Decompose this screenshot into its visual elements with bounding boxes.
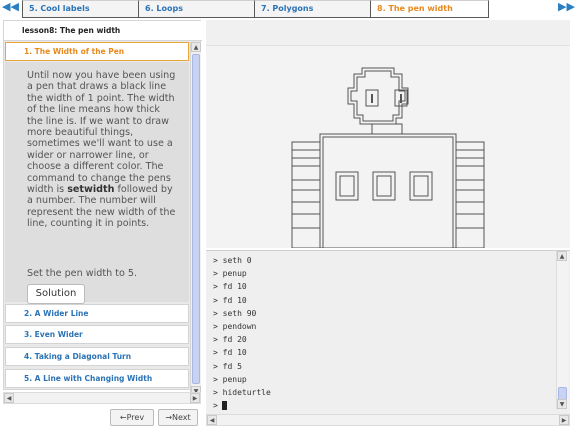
console-line: > fd 5 [213,361,242,371]
lesson-tab-bar: ◀◀ 5. Cool labels 6. Loops 7. Polygons 8… [0,0,578,18]
console-line: > seth 0 [213,256,252,265]
double-right-arrow-icon[interactable]: ▶▶ [558,0,575,16]
robot-chest-mid-inner [376,175,392,197]
robot-chest-right-inner [413,175,429,197]
next-button[interactable]: →Next [158,409,198,426]
console-history: > seth 0 > penup > fd 10 > fd 10 > seth 90 > … [206,251,556,415]
sidebar-scroll-thumb[interactable] [192,54,200,384]
lesson-item-wider-line[interactable]: 2. A Wider Line [5,304,189,323]
lesson-sidebar: lesson8: The pen width 1. The Width of t… [3,20,202,397]
sidebar-horizontal-scrollbar[interactable]: ◀ ▶ [3,392,201,404]
scroll-up-icon[interactable]: ▲ [557,251,567,261]
console-prompt: > [213,401,218,411]
tab-polygons[interactable]: 7. Polygons [254,0,372,18]
command-console[interactable]: > seth 0 > penup > fd 10 > fd 10 > seth 90 > … [206,250,570,414]
lesson-item-changing-width[interactable]: 5. A Line with Changing Width [5,369,189,388]
robot-body-inner [322,136,454,248]
scroll-left-icon[interactable]: ◀ [207,415,217,425]
console-line: > fd 10 [213,295,247,305]
lesson-content: Until now you have been using a pen that… [5,62,189,304]
scroll-left-icon[interactable]: ◀ [4,393,14,403]
scroll-right-icon[interactable]: ▶ [190,393,200,403]
lesson-item-even-wider[interactable]: 3. Even Wider [5,325,189,344]
console-line: > penup [213,269,247,279]
scroll-right-icon[interactable]: ▶ [559,415,569,425]
console-line: > fd 10 [213,348,247,358]
lesson-description: Until now you have been using a pen that… [27,70,177,230]
prev-button[interactable]: ←Prev [110,409,154,426]
lesson-task: Set the pen width to 5. [27,268,138,279]
tab-cool-labels[interactable]: 5. Cool labels [22,0,140,18]
scroll-down-icon[interactable]: ▼ [557,399,567,409]
robot-neck [371,123,403,135]
console-input-line[interactable]: > [213,399,227,412]
console-line: > fd 10 [213,282,247,292]
robot-chest-left-inner [339,175,355,197]
lesson-item-current[interactable]: 1. The Width of the Pen [5,42,189,61]
text-cursor [221,401,227,411]
tab-loops[interactable]: 6. Loops [138,0,256,18]
turtle-drawing [291,67,485,248]
console-line: > fd 20 [213,335,247,345]
canvas-header [206,20,570,46]
console-line: > seth 90 [213,308,257,318]
lesson-command: setwidth [67,184,115,196]
lesson-item-diagonal-turn[interactable]: 4. Taking a Diagonal Turn [5,347,189,366]
double-left-arrow-icon[interactable]: ◀◀ [2,0,19,16]
lesson-text-part: Until now you have been using a pen that… [27,70,176,196]
lesson-breadcrumb: lesson8: The pen width [4,21,202,41]
console-line: > penup [213,374,247,384]
console-horizontal-scrollbar[interactable]: ◀ ▶ [206,414,570,426]
scroll-up-icon[interactable]: ▲ [191,42,201,52]
console-line: > pendown [213,322,257,331]
turtle-canvas[interactable] [206,46,570,248]
sidebar-scrollbar[interactable]: ▲ ▼ [190,42,201,397]
solution-button[interactable]: Solution [27,284,85,304]
tab-the-pen-width[interactable]: 8. The pen width [370,0,489,18]
console-scrollbar[interactable]: ▲ ▼ [556,251,568,409]
console-line: > hideturtle [213,388,271,397]
